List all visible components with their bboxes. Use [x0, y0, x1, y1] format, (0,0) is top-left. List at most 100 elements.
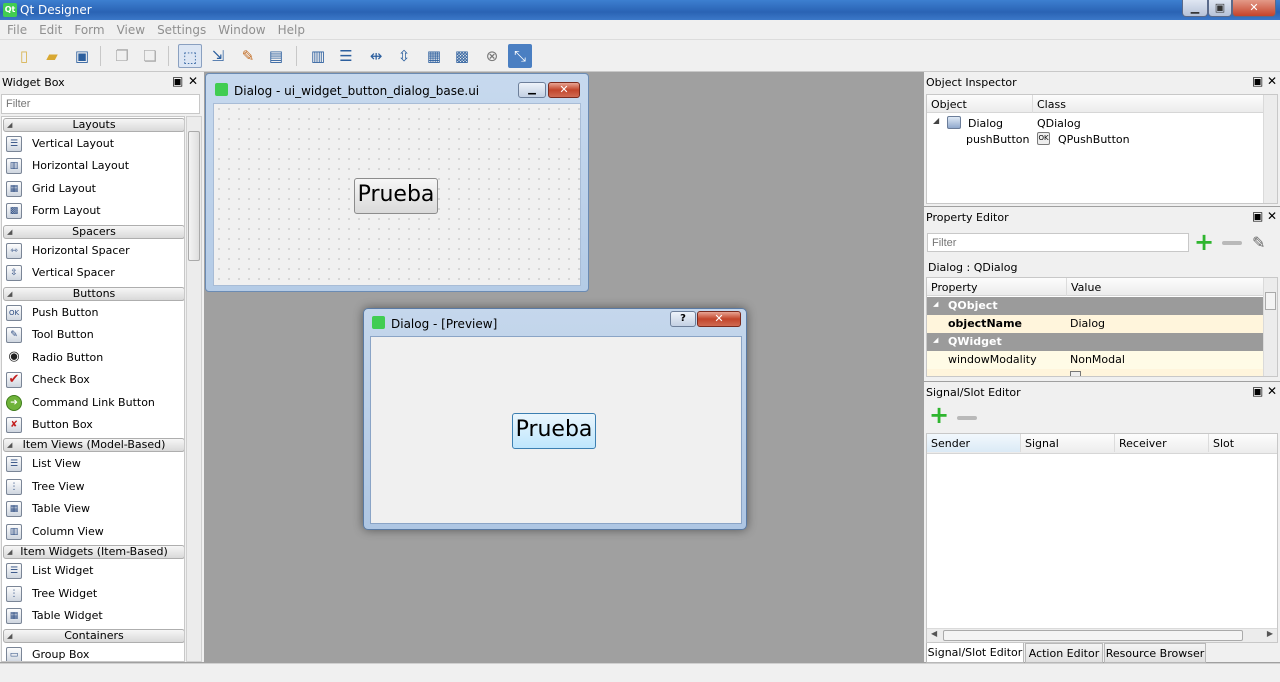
col-property[interactable]: Property	[927, 278, 1067, 296]
float-panel-icon[interactable]: ▣	[1252, 74, 1263, 88]
property-table-scrollbar[interactable]	[1263, 278, 1277, 376]
group-row-qobject[interactable]: ◢ QObject	[927, 297, 1263, 315]
add-property-icon[interactable]: +	[1194, 228, 1214, 256]
widget-item-table-view[interactable]: ▦ Table View	[4, 499, 182, 519]
collapse-arrow-icon[interactable]: ◢	[933, 300, 938, 308]
tab-signal-slot-editor[interactable]: Signal/Slot Editor	[926, 643, 1024, 663]
menu-form[interactable]: Form	[67, 20, 109, 37]
tab-action-editor[interactable]: Action Editor	[1025, 643, 1103, 663]
scroll-left-icon[interactable]: ◀	[931, 629, 937, 638]
widget-item-list-view[interactable]: ☰ List View	[4, 454, 182, 474]
category-item-views[interactable]: ◢ Item Views (Model-Based)	[3, 438, 184, 452]
bring-to-front-icon[interactable]: ❏	[138, 44, 162, 68]
layout-grid-icon[interactable]: ▦	[422, 44, 446, 68]
layout-horizontal-icon[interactable]: ▥	[306, 44, 330, 68]
save-icon[interactable]: ▣	[70, 44, 94, 68]
widget-item-list-widget[interactable]: ☰ List Widget	[4, 561, 182, 581]
category-containers[interactable]: ◢ Containers	[3, 629, 184, 643]
float-panel-icon[interactable]: ▣	[172, 74, 183, 88]
form-minimize-button[interactable]: ▁	[518, 82, 546, 98]
widget-item-vertical-spacer[interactable]: ⇳ Vertical Spacer	[4, 263, 182, 283]
preview-help-button[interactable]: ?	[670, 311, 696, 327]
remove-property-icon[interactable]	[1222, 241, 1242, 245]
open-folder-icon[interactable]: ▰	[40, 44, 64, 68]
col-slot[interactable]: Slot	[1209, 434, 1277, 452]
tree-row-pushbutton[interactable]: pushButton OK QPushButton	[927, 131, 1263, 147]
category-buttons[interactable]: ◢ Buttons	[3, 287, 184, 301]
form-canvas[interactable]: Prueba	[213, 103, 581, 286]
widget-filter-input[interactable]	[1, 94, 200, 114]
close-panel-icon[interactable]: ✕	[188, 74, 198, 88]
scrollbar-thumb[interactable]	[943, 630, 1243, 641]
property-row-objectname[interactable]: objectName Dialog	[927, 315, 1263, 333]
float-panel-icon[interactable]: ▣	[1252, 384, 1263, 398]
col-receiver[interactable]: Receiver	[1115, 434, 1209, 452]
widget-item-command-link-button[interactable]: ➔ Command Link Button	[4, 393, 182, 413]
edit-buddies-icon[interactable]: ✎	[236, 44, 260, 68]
horizontal-splitter-icon[interactable]: ⇹	[364, 44, 388, 68]
property-value[interactable]: NonModal	[1070, 353, 1125, 366]
close-panel-icon[interactable]: ✕	[1267, 209, 1277, 223]
property-row-windowmodality[interactable]: windowModality NonModal	[927, 351, 1263, 369]
col-sender[interactable]: Sender	[927, 434, 1021, 452]
category-layouts[interactable]: ◢ Layouts	[3, 118, 184, 132]
category-item-widgets[interactable]: ◢ Item Widgets (Item-Based)	[3, 545, 184, 559]
col-signal[interactable]: Signal	[1021, 434, 1115, 452]
widget-item-tool-button[interactable]: ✎ Tool Button	[4, 325, 182, 345]
widget-item-column-view[interactable]: ▥ Column View	[4, 522, 182, 542]
add-connection-icon[interactable]: +	[929, 401, 949, 429]
close-panel-icon[interactable]: ✕	[1267, 74, 1277, 88]
widget-item-horizontal-spacer[interactable]: ⇿ Horizontal Spacer	[4, 241, 182, 261]
widget-item-vertical-layout[interactable]: ☰ Vertical Layout	[4, 134, 182, 154]
property-filter-input[interactable]	[927, 233, 1189, 252]
scrollbar-thumb[interactable]	[1265, 292, 1276, 310]
menu-window[interactable]: Window	[211, 20, 270, 37]
edit-widgets-icon[interactable]: ⬚	[178, 44, 202, 68]
menu-help[interactable]: Help	[271, 20, 310, 37]
scrollbar-thumb[interactable]	[188, 131, 200, 261]
widget-item-button-box[interactable]: ✘ Button Box	[4, 415, 182, 435]
widget-item-form-layout[interactable]: ▩ Form Layout	[4, 201, 182, 221]
preview-close-button[interactable]: ✕	[697, 311, 741, 327]
category-spacers[interactable]: ◢ Spacers	[3, 225, 184, 239]
property-value[interactable]: Dialog	[1070, 317, 1105, 330]
tree-row-dialog[interactable]: ◢ Dialog QDialog	[927, 115, 1263, 131]
close-button[interactable]: ✕	[1232, 0, 1276, 17]
vertical-splitter-icon[interactable]: ⇳	[392, 44, 416, 68]
widget-item-horizontal-layout[interactable]: ▥ Horizontal Layout	[4, 156, 182, 176]
send-to-back-icon[interactable]: ❐	[110, 44, 134, 68]
widget-item-table-widget[interactable]: ▦ Table Widget	[4, 606, 182, 626]
expand-arrow-icon[interactable]: ◢	[933, 116, 939, 125]
menu-view[interactable]: View	[110, 20, 150, 37]
edit-signals-slots-icon[interactable]: ⇲	[206, 44, 230, 68]
float-panel-icon[interactable]: ▣	[1252, 209, 1263, 223]
widget-item-tree-widget[interactable]: ⋮ Tree Widget	[4, 584, 182, 604]
widget-item-check-box[interactable]: ✔ Check Box	[4, 370, 182, 390]
menu-settings[interactable]: Settings	[150, 20, 211, 37]
collapse-arrow-icon[interactable]: ◢	[933, 336, 938, 344]
minimize-button[interactable]: ▁	[1182, 0, 1208, 17]
connections-hscrollbar[interactable]: ◀ ▶	[927, 628, 1277, 642]
widget-item-push-button[interactable]: OK Push Button	[4, 303, 182, 323]
maximize-button[interactable]: ▣	[1208, 0, 1232, 17]
widget-box-scrollbar[interactable]	[186, 116, 202, 662]
widget-item-group-box[interactable]: ▭ Group Box	[4, 645, 182, 661]
enabled-checkbox[interactable]	[1070, 371, 1081, 376]
widget-item-tree-view[interactable]: ⋮ Tree View	[4, 477, 182, 497]
edit-tab-order-icon[interactable]: ▤	[264, 44, 288, 68]
scroll-right-icon[interactable]: ▶	[1267, 629, 1273, 638]
preview-push-button[interactable]: Prueba	[512, 413, 596, 449]
form-push-button[interactable]: Prueba	[354, 178, 438, 214]
form-close-button[interactable]: ✕	[548, 82, 580, 98]
menu-edit[interactable]: Edit	[32, 20, 67, 37]
property-row-enabled[interactable]	[927, 369, 1263, 376]
widget-item-radio-button[interactable]: ◉ Radio Button	[4, 348, 182, 368]
layout-vertical-icon[interactable]: ☰	[334, 44, 358, 68]
widget-item-grid-layout[interactable]: ▦ Grid Layout	[4, 179, 182, 199]
object-tree-scrollbar[interactable]	[1263, 95, 1277, 203]
col-class[interactable]: Class	[1033, 95, 1265, 113]
tab-resource-browser[interactable]: Resource Browser	[1104, 643, 1206, 663]
close-panel-icon[interactable]: ✕	[1267, 384, 1277, 398]
menu-file[interactable]: File	[0, 20, 32, 37]
col-object[interactable]: Object	[927, 95, 1033, 113]
